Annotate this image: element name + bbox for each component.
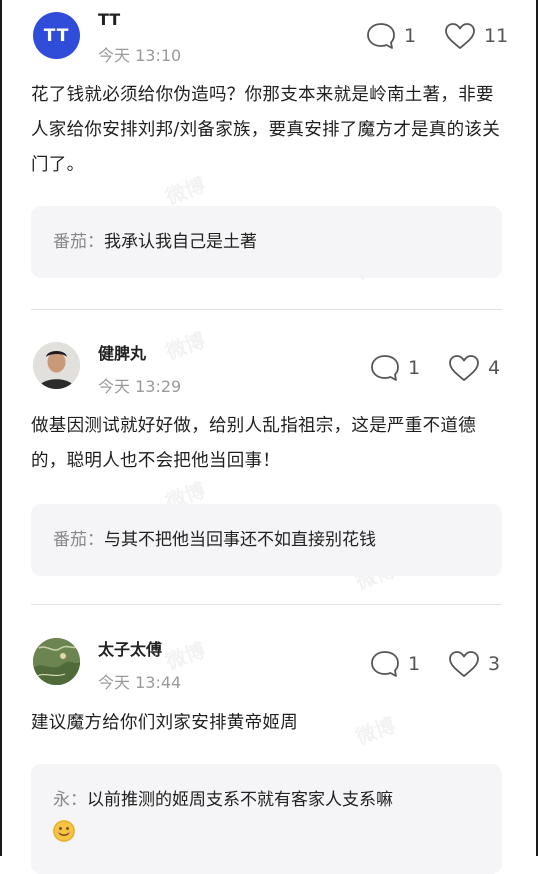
watermark: 微博 [162,327,209,365]
comment-bubble-icon [370,650,400,678]
reply-author[interactable]: 番茄： [53,530,104,550]
reply-author[interactable]: 番茄： [53,232,104,252]
reply-text: 与其不把他当回事还不如直接别花钱 [104,530,376,550]
username[interactable]: 健脾丸 [98,340,146,364]
reply-box[interactable]: 永：以前推测的姬周支系不就有客家人支系嘛 [31,764,502,874]
avatar[interactable] [33,342,80,389]
username[interactable]: TT [98,10,120,29]
avatar[interactable]: TT [33,12,80,59]
username[interactable]: 太子太傅 [98,636,162,660]
reply-count: 1 [404,25,417,47]
like-count: 4 [488,357,501,379]
like-button[interactable]: 4 [448,353,500,383]
smile-emoji-icon [53,819,75,842]
timestamp: 今天 13:10 [98,46,182,65]
reply-button[interactable]: 1 [370,353,420,383]
comment-text: 花了钱就必须给你伪造吗？你那支本来就是岭南土著，非要人家给你安排刘邦/刘备家族，… [31,85,500,175]
timestamp: 今天 13:29 [98,377,182,396]
divider [31,309,502,310]
like-count: 3 [488,653,501,675]
reply-content: 番茄：我承认我自己是土著 [53,226,486,258]
reply-count: 1 [408,357,421,379]
heart-icon [444,22,476,50]
reply-count: 1 [408,653,421,675]
comment-text: 建议魔方给你们刘家安排黄帝姬周 [31,713,298,733]
timestamp: 今天 13:44 [98,673,182,692]
divider [31,604,502,605]
like-button[interactable]: 3 [448,649,500,679]
reply-text: 我承认我自己是土著 [104,232,257,252]
reply-box[interactable]: 番茄：与其不把他当回事还不如直接别花钱 [31,504,502,576]
reply-box[interactable]: 番茄：我承认我自己是土著 [31,206,502,278]
watermark: 微博 [162,637,209,675]
like-count: 11 [484,25,509,47]
watermark: 微博 [352,712,399,750]
map-photo-icon [33,638,80,685]
like-button[interactable]: 11 [444,21,508,51]
reply-text: 以前推测的姬周支系不就有客家人支系嘛 [87,790,393,810]
avatar-initials: TT [43,25,70,46]
heart-icon [448,354,480,382]
comment-item: TT TT 今天 13:10 1 11 花了钱就必须给你伪造吗？你那支本来就是岭… [0,0,538,310]
reply-author[interactable]: 永： [53,790,87,810]
comment-bubble-icon [370,354,400,382]
reply-content: 番茄：与其不把他当回事还不如直接别花钱 [53,524,486,556]
reply-button[interactable]: 1 [370,649,420,679]
heart-icon [448,650,480,678]
person-photo-icon [33,342,80,389]
reply-button[interactable]: 1 [366,21,416,51]
reply-content: 永：以前推测的姬周支系不就有客家人支系嘛 [53,784,486,848]
avatar[interactable] [33,638,80,685]
comment-bubble-icon [366,22,396,50]
comment-text: 做基因测试就好好做，给别人乱指祖宗，这是严重不道德的，聪明人也不会把他当回事！ [31,416,476,471]
